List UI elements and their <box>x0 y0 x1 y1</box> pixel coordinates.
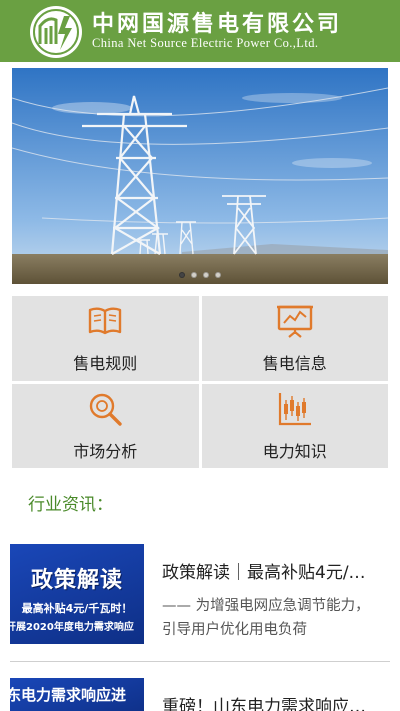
carousel-indicator <box>12 272 388 278</box>
menu-item-label: 售电规则 <box>73 354 138 374</box>
menu-item-rules[interactable]: 售电规则 <box>12 296 199 381</box>
power-transmission-towers-photo <box>12 68 388 284</box>
menu-item-label: 售电信息 <box>262 354 327 374</box>
presentation-chart-icon <box>276 305 313 339</box>
menu-item-market-analysis[interactable]: 市场分析 <box>12 383 199 468</box>
menu-item-label: 市场分析 <box>73 441 138 461</box>
news-title: 政策解读｜最高补贴4元/千瓦时！ <box>162 563 380 583</box>
company-name-cn: 中网国源售电有限公司 <box>92 11 343 37</box>
news-thumbnail: 东电力需求响应进 <box>10 678 144 711</box>
carousel-dot[interactable] <box>215 272 221 278</box>
news-summary: —— 为增强电网应急调节能力，引导用户优化用电负荷 <box>162 598 370 638</box>
thumbnail-caption: 开展2020年度电力需求响应 <box>10 622 134 633</box>
carousel-dot[interactable] <box>203 272 209 278</box>
thumbnail-headline: 东电力需求响应进 <box>10 686 127 704</box>
news-item[interactable]: 政策解读 最高补贴4元/千瓦时！ 开展2020年度电力需求响应 政策解读｜最高补… <box>10 544 390 662</box>
power-company-logo-icon <box>30 6 82 58</box>
carousel-dot[interactable] <box>191 272 197 278</box>
news-item[interactable]: 东电力需求响应进 重磅！山东电力需求响应工作 <box>10 678 390 711</box>
menu-item-label: 电力知识 <box>262 441 327 461</box>
menu-grid: 售电规则 售电信息 市场分析 电力知识 <box>12 296 388 468</box>
banner-carousel[interactable] <box>12 68 388 284</box>
menu-item-knowledge[interactable]: 电力知识 <box>201 383 388 468</box>
magnifier-analysis-icon <box>90 393 122 426</box>
section-title-industry-news: 行业资讯： <box>28 495 113 515</box>
company-name-en: China Net Source Electric Power Co.,Ltd. <box>92 36 319 50</box>
app-header: 中网国源售电有限公司 China Net Source Electric Pow… <box>0 0 400 62</box>
thumbnail-headline: 政策解读 <box>30 568 123 593</box>
thumbnail-subheadline: 最高补贴4元/千瓦时！ <box>21 602 133 615</box>
carousel-dot[interactable] <box>179 272 185 278</box>
candlestick-chart-icon <box>278 392 311 425</box>
book-icon <box>89 307 122 335</box>
news-thumbnail: 政策解读 最高补贴4元/千瓦时！ 开展2020年度电力需求响应 <box>10 544 144 644</box>
news-title: 重磅！山东电力需求响应工作 <box>162 697 380 711</box>
menu-item-info[interactable]: 售电信息 <box>201 296 388 381</box>
